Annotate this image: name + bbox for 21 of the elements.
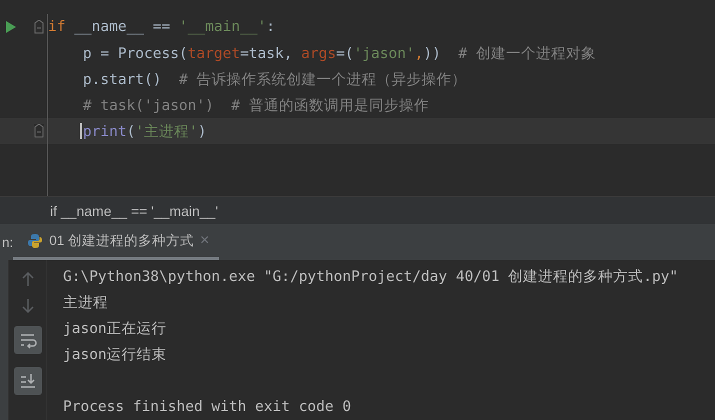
console-line: G:\Python38\python.exe "G:/pythonProject/day 40/01 创建进程的多种方式.py" <box>63 268 678 287</box>
scroll-to-end-icon[interactable] <box>14 367 42 395</box>
panel-label: n: <box>1 234 14 252</box>
console-line: 主进程 <box>63 294 109 313</box>
fold-icon[interactable] <box>34 20 44 34</box>
code-text: p = Process(target=task, args=('jason',)) # 创建一个进程对象 <box>82 44 596 62</box>
exit-message: Process finished with exit code 0 <box>63 398 352 417</box>
console-line: jason运行结束 <box>63 346 168 365</box>
up-arrow-icon[interactable] <box>22 272 34 286</box>
down-arrow-icon[interactable] <box>22 299 34 313</box>
fold-icon[interactable] <box>34 124 44 138</box>
text-cursor <box>80 123 82 139</box>
code-text: print('主进程') <box>82 122 206 140</box>
code-text: # task('jason') # 普通的函数调用是同步操作 <box>82 96 429 114</box>
run-icon[interactable] <box>6 21 16 33</box>
python-icon <box>27 232 44 249</box>
code-text: if __name__ == '__main__': <box>48 19 276 35</box>
breadcrumb[interactable]: if __name__ == '__main__' <box>50 202 218 219</box>
soft-wrap-icon[interactable] <box>14 326 42 354</box>
console-line: jason正在运行 <box>63 320 168 339</box>
code-text: p.start() # 告诉操作系统创建一个进程（异步操作） <box>82 70 466 88</box>
